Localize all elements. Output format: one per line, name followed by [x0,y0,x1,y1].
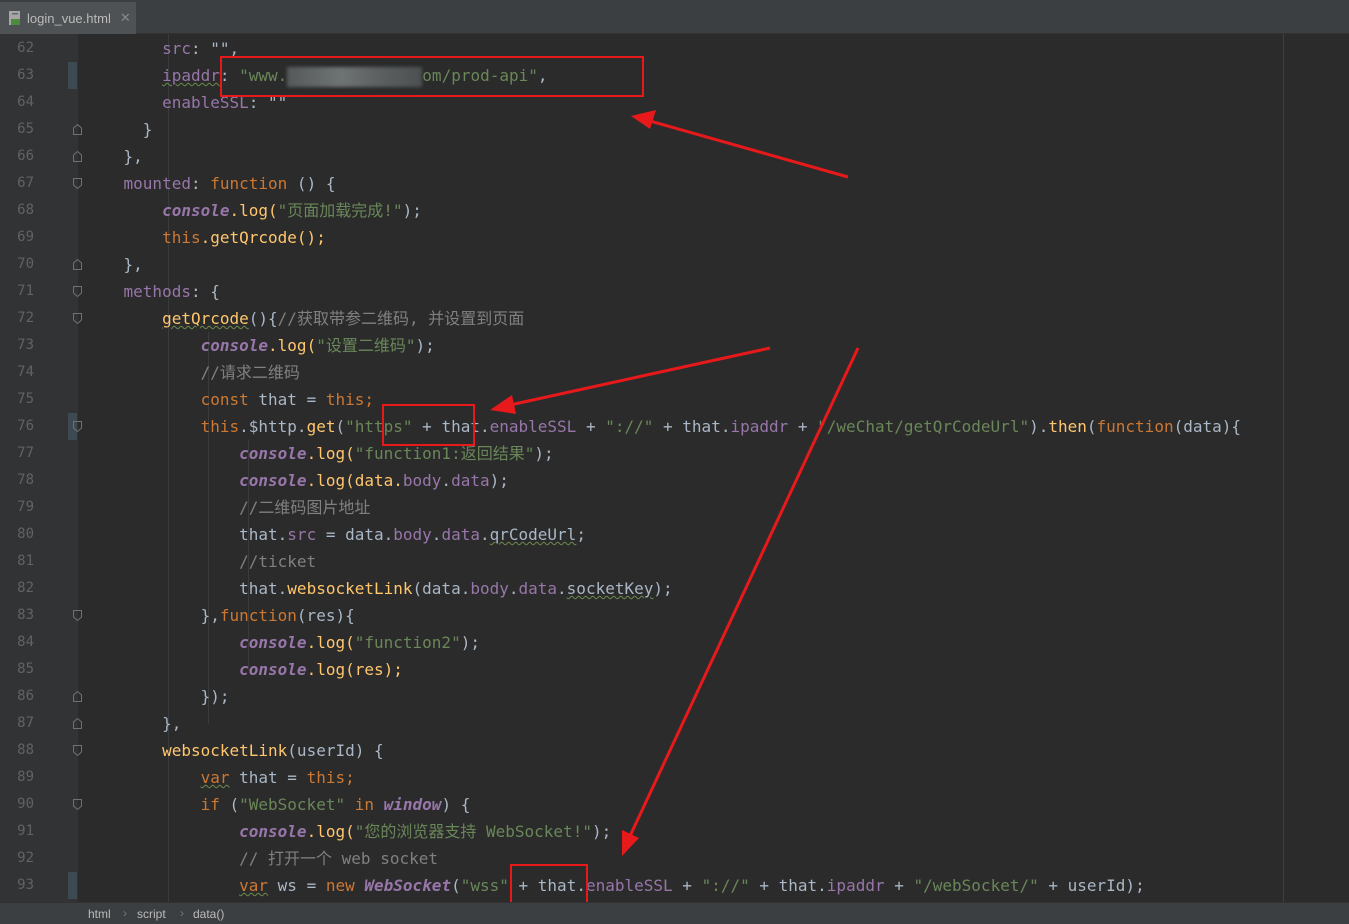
line-number: 76 [17,418,34,434]
line-number: 89 [17,769,34,785]
fold-end-icon[interactable] [73,151,82,162]
code-line: methods: { [123,282,220,301]
line-number: 69 [17,229,34,245]
line-number: 92 [17,850,34,866]
code-line: this.$http.get("https" + that.enableSSL … [200,417,1242,436]
line-number: 87 [17,715,34,731]
line-number: 75 [17,391,34,407]
tab-login-vue-html[interactable]: login_vue.html ✕ [0,2,136,34]
code-line: websocketLink(userId) { [162,741,384,760]
fold-end-icon[interactable] [73,691,82,702]
code-line: const that = this; [200,390,374,409]
line-number: 93 [17,877,34,893]
breadcrumb: html › script › data() [0,902,1349,924]
line-number: 68 [17,202,34,218]
line-number: 63 [17,67,34,83]
breadcrumb-item-data[interactable]: data() [193,907,224,921]
line-number: 70 [17,256,34,272]
code-line: //请求二维码 [200,363,300,382]
fold-start-icon[interactable] [73,610,82,621]
chevron-right-icon: › [180,906,184,920]
code-line: console.log("function2"); [239,633,480,652]
annotation-box-https [382,404,475,446]
code-line: } [142,120,153,139]
code-line: if ("WebSocket" in window) { [200,795,471,814]
line-number: 74 [17,364,34,380]
line-number: 62 [17,40,34,56]
annotation-box-ipaddr [220,56,644,97]
fold-start-icon[interactable] [73,421,82,432]
line-number: 83 [17,607,34,623]
line-number: 88 [17,742,34,758]
code-line: //二维码图片地址 [239,498,371,517]
code-line: },function(res){ [200,606,355,625]
fold-start-icon[interactable] [73,799,82,810]
breadcrumb-item-html[interactable]: html [88,907,111,921]
editor-tab-bar: login_vue.html ✕ [0,0,1349,34]
chevron-right-icon: › [123,906,127,920]
gutter-marker[interactable] [68,62,77,89]
code-line: getQrcode(){//获取带参二维码, 并设置到页面 [162,309,525,328]
fold-start-icon[interactable] [73,313,82,324]
line-number: 67 [17,175,34,191]
line-number: 79 [17,499,34,515]
code-line: that.websocketLink(data.body.data.socket… [239,579,673,598]
fold-end-icon[interactable] [73,718,82,729]
fold-end-icon[interactable] [73,124,82,135]
line-number: 71 [17,283,34,299]
code-line: // 打开一个 web socket [239,849,438,868]
code-line: that.src = data.body.data.qrCodeUrl; [239,525,586,544]
html-file-icon [8,10,22,26]
code-line: var ws = new WebSocket("wss" + that.enab… [239,876,1145,895]
code-line: }, [123,255,143,274]
line-number: 80 [17,526,34,542]
line-number: 91 [17,823,34,839]
code-editor[interactable]: 62 63 64 65 66 67 68 69 70 71 72 73 74 7… [0,34,1349,902]
code-line: }, [123,147,143,166]
code-line: console.log(data.body.data); [239,471,509,490]
code-line: console.log("页面加载完成!"); [162,201,422,220]
code-line: console.log(res); [239,660,403,679]
code-line: }, [162,714,182,733]
code-line: var that = this; [200,768,355,787]
gutter-marker[interactable] [68,872,77,899]
line-number: 64 [17,94,34,110]
code-line: console.log("function1:返回结果"); [239,444,554,463]
line-number: 73 [17,337,34,353]
fold-start-icon[interactable] [73,286,82,297]
breadcrumb-item-script[interactable]: script [137,907,166,921]
line-number: 66 [17,148,34,164]
line-number: 82 [17,580,34,596]
code-line: console.log("设置二维码"); [200,336,435,355]
code-line: //ticket [239,552,317,571]
code-line: mounted: function () { [123,174,336,193]
close-icon[interactable]: ✕ [120,10,131,26]
line-number: 84 [17,634,34,650]
tab-label: login_vue.html [27,10,111,26]
code-line: this.getQrcode(); [162,228,326,247]
line-number: 78 [17,472,34,488]
line-number: 86 [17,688,34,704]
line-number: 90 [17,796,34,812]
fold-start-icon[interactable] [73,178,82,189]
fold-end-icon[interactable] [73,259,82,270]
line-number: 85 [17,661,34,677]
fold-start-icon[interactable] [73,745,82,756]
code-line: console.log("您的浏览器支持 WebSocket!"); [239,822,612,841]
code-line: }); [200,687,230,706]
line-number: 72 [17,310,34,326]
line-number: 65 [17,121,34,137]
line-number: 81 [17,553,34,569]
line-number: 77 [17,445,34,461]
